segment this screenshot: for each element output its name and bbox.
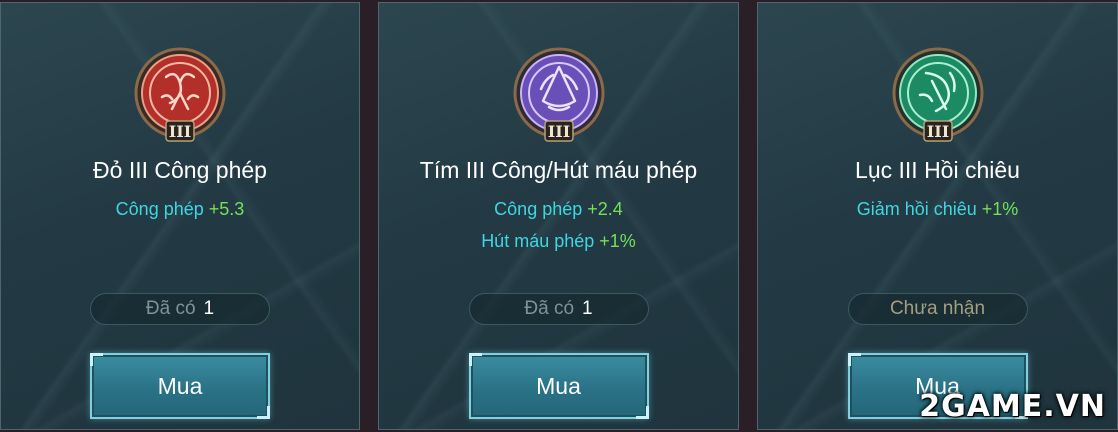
stat-name: Công phép bbox=[115, 199, 204, 219]
stat-name: Giảm hồi chiêu bbox=[856, 199, 977, 219]
purple-rune-icon: III bbox=[511, 47, 607, 143]
buy-button[interactable]: Mua bbox=[468, 353, 649, 419]
owned-status: Đã có 1 bbox=[468, 293, 649, 325]
rune-title: Đỏ III Công phép bbox=[93, 157, 267, 183]
stat-name: Công phép bbox=[494, 199, 583, 219]
stat-line: Công phép +2.4 bbox=[379, 199, 738, 220]
stat-line: Giảm hồi chiêu +1% bbox=[758, 199, 1117, 220]
stat-line: Hút máu phép +1% bbox=[379, 231, 738, 252]
rune-card-purple: III Tím III Công/Hút máu phép Công phép … bbox=[378, 2, 739, 430]
stat-name: Hút máu phép bbox=[481, 231, 595, 251]
owned-status: Chưa nhận bbox=[847, 293, 1028, 325]
rune-card-red: III Đỏ III Công phép Công phép +5.3 Đã c… bbox=[0, 2, 360, 430]
owned-count: 1 bbox=[203, 298, 215, 319]
owned-label: Chưa nhận bbox=[889, 298, 986, 319]
owned-status: Đã có 1 bbox=[90, 293, 270, 325]
stat-value: +1% bbox=[599, 231, 636, 251]
site-watermark: 2GAME.VN bbox=[919, 389, 1106, 424]
tier-label: III bbox=[926, 122, 948, 141]
buy-button[interactable]: Mua bbox=[90, 353, 270, 419]
tier-label: III bbox=[547, 122, 569, 141]
owned-count: 1 bbox=[582, 298, 593, 319]
owned-label: Đã có bbox=[524, 298, 575, 319]
green-rune-icon: III bbox=[890, 47, 986, 143]
rune-title: Tím III Công/Hút máu phép bbox=[419, 157, 698, 183]
tier-label: III bbox=[169, 122, 191, 141]
stat-value: +1% bbox=[981, 199, 1019, 219]
owned-label: Đã có bbox=[145, 298, 196, 319]
rune-card-green: III Lục III Hồi chiêu Giảm hồi chiêu +1%… bbox=[757, 2, 1118, 430]
stat-value: +5.3 bbox=[208, 199, 245, 219]
red-rune-icon: III bbox=[132, 47, 228, 143]
stat-line: Công phép +5.3 bbox=[1, 199, 359, 220]
stat-value: +2.4 bbox=[587, 199, 623, 219]
rune-title: Lục III Hồi chiêu bbox=[855, 157, 1020, 183]
